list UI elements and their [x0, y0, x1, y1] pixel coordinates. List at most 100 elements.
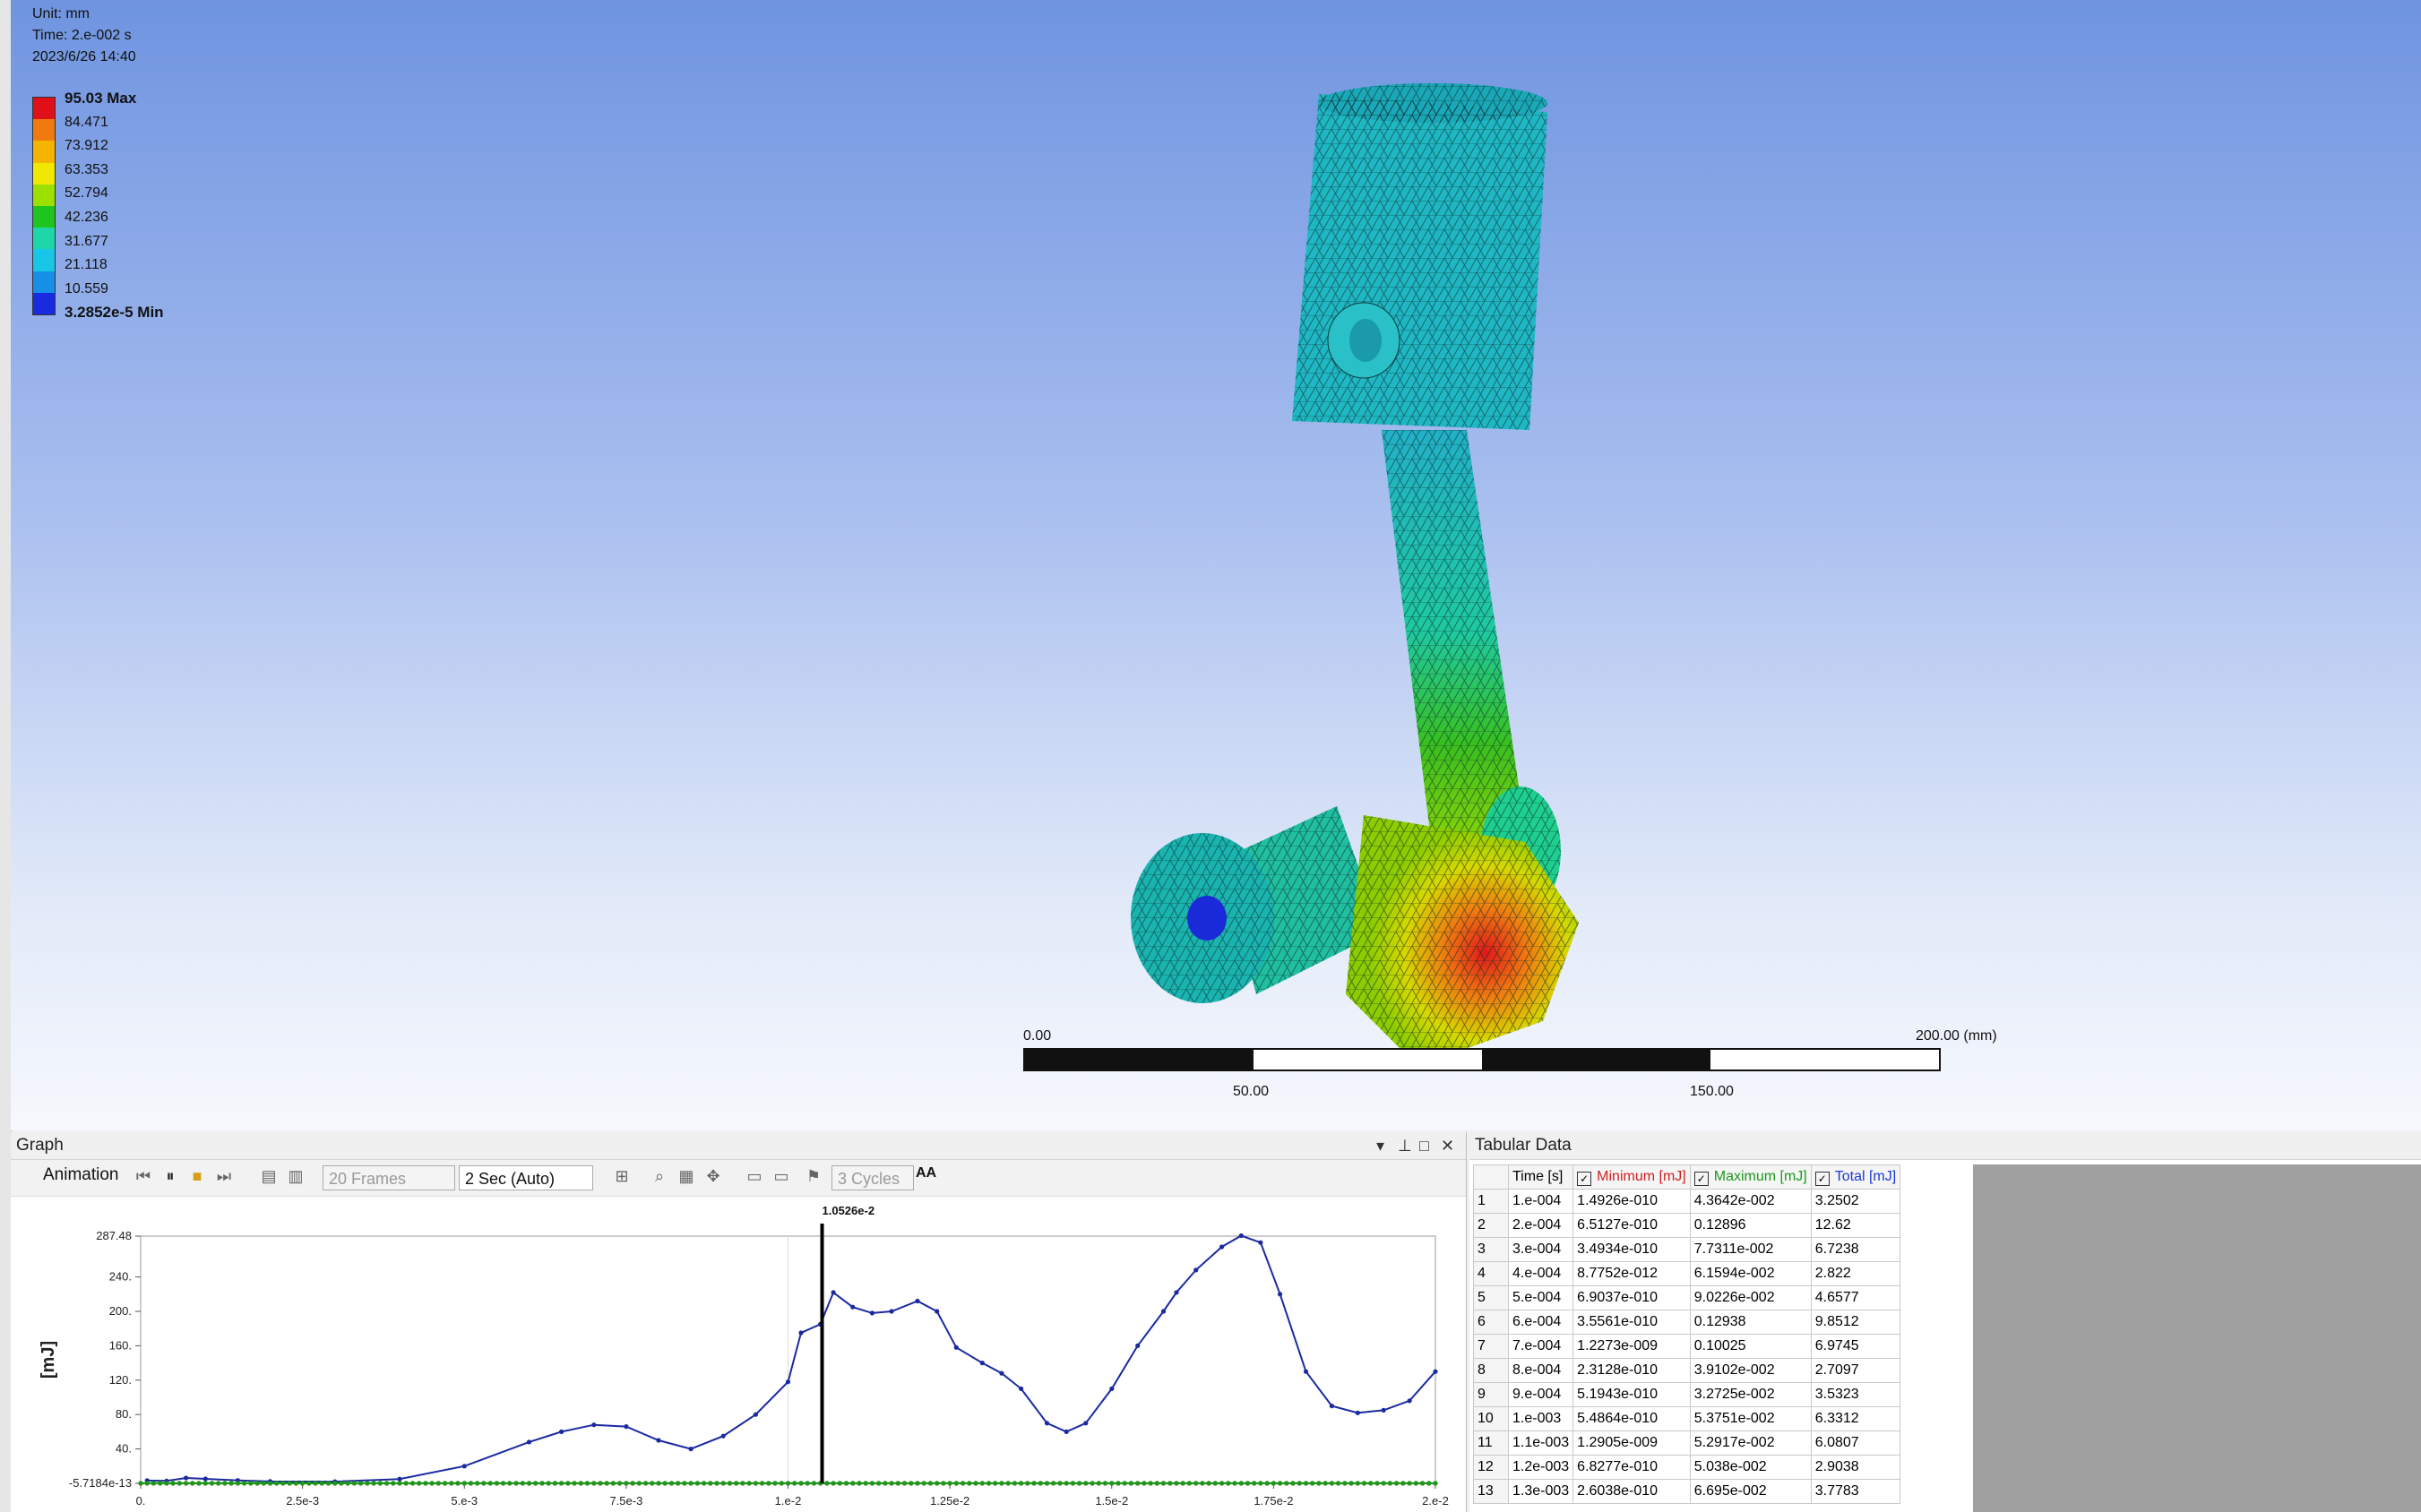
table-row[interactable]: 4 4.e-004 8.7752e-012 6.1594e-002 2.822 — [1473, 1261, 1901, 1286]
y-tick-label: 160. — [109, 1338, 132, 1352]
dropdown-icon[interactable]: ▾ — [1376, 1132, 1384, 1159]
data-point — [559, 1429, 564, 1434]
data-point — [325, 1481, 332, 1486]
table-row[interactable]: 8 8.e-004 2.3128e-010 3.9102e-002 2.7097 — [1473, 1358, 1901, 1383]
stop-icon[interactable]: ■ — [186, 1165, 208, 1187]
data-point — [202, 1481, 208, 1486]
table-row[interactable]: 13 1.3e-003 2.6038e-010 6.695e-002 3.7783 — [1473, 1479, 1901, 1504]
cycles-select[interactable]: 3 Cycles — [831, 1165, 914, 1190]
data-point — [190, 1481, 195, 1486]
minimum-column-header[interactable]: ✓ Minimum [mJ] — [1572, 1164, 1691, 1190]
table-cell: 3.2725e-002 — [1689, 1382, 1812, 1407]
data-point — [935, 1309, 940, 1314]
scale-mid1-label: 50.00 — [1233, 1084, 1270, 1099]
table-row[interactable]: 10 1.e-003 5.4864e-010 5.3751e-002 6.3312 — [1473, 1406, 1901, 1431]
table-cell: 0.12896 — [1689, 1213, 1812, 1238]
data-point — [164, 1481, 169, 1486]
data-point — [1310, 1481, 1315, 1486]
export-video-icon[interactable]: ▥ — [285, 1165, 306, 1187]
pan-icon[interactable]: ✥ — [702, 1165, 724, 1187]
data-point — [909, 1481, 914, 1486]
data-point — [953, 1481, 959, 1486]
data-point — [1167, 1481, 1173, 1486]
pause-icon[interactable]: ⏸ — [159, 1165, 181, 1187]
data-point — [552, 1481, 558, 1486]
checkbox-icon[interactable]: ✓ — [1693, 1171, 1709, 1186]
data-point — [935, 1481, 940, 1486]
legend-color-swatch — [33, 98, 55, 120]
data-point — [1051, 1481, 1056, 1486]
data-point — [1025, 1481, 1030, 1486]
table-row[interactable]: 7 7.e-004 1.2273e-009 0.10025 6.9745 — [1473, 1334, 1901, 1359]
table-cell: 3.7783 — [1810, 1479, 1901, 1504]
table-cell: 7.e-004 — [1507, 1334, 1574, 1359]
total-column-header[interactable]: ✓ Total [mJ] — [1810, 1164, 1901, 1190]
flag-icon[interactable]: ⚑ — [803, 1165, 824, 1187]
checkbox-icon[interactable]: ✓ — [1814, 1171, 1830, 1186]
chart-icon[interactable]: ▭ — [771, 1165, 792, 1187]
duration-select[interactable]: 2 Sec (Auto) — [459, 1165, 593, 1190]
legend-value: 31.677 — [65, 233, 108, 249]
table-row[interactable]: 1 1.e-004 1.4926e-010 4.3642e-002 3.2502 — [1473, 1189, 1901, 1214]
data-point — [1044, 1421, 1050, 1426]
table-row[interactable]: 5 5.e-004 6.9037e-010 9.0226e-002 4.6577 — [1473, 1285, 1901, 1310]
table-cell: 3.e-004 — [1507, 1237, 1574, 1262]
table-row[interactable]: 6 6.e-004 3.5561e-010 0.12938 9.8512 — [1473, 1310, 1901, 1335]
next-frame-icon[interactable]: ⏭ — [213, 1165, 235, 1187]
antialias-button[interactable]: AA — [916, 1165, 936, 1181]
table-row[interactable]: 11 1.1e-003 1.2905e-009 5.2917e-002 6.0807 — [1473, 1430, 1901, 1456]
data-point — [1284, 1481, 1289, 1486]
data-point — [1174, 1481, 1179, 1486]
table-cell: 3.2502 — [1810, 1189, 1901, 1214]
table-cell: 5.2917e-002 — [1689, 1430, 1812, 1456]
table-cell: 4.6577 — [1810, 1285, 1901, 1310]
time-column-header[interactable]: Time [s] — [1507, 1164, 1574, 1190]
data-point — [332, 1481, 338, 1486]
table-row[interactable]: 3 3.e-004 3.4934e-010 7.7311e-002 6.7238 — [1473, 1237, 1901, 1262]
row-number-cell: 3 — [1473, 1237, 1509, 1262]
3d-viewport[interactable]: Unit: mm Time: 2.e-002 s 2023/6/26 14:40… — [11, 0, 2421, 1130]
export-icon[interactable]: ▤ — [258, 1165, 280, 1187]
table-icon[interactable]: ▭ — [744, 1165, 765, 1187]
frames-select[interactable]: 20 Frames — [323, 1165, 455, 1190]
data-point — [863, 1481, 868, 1486]
maximum-column-header[interactable]: ✓ Maximum [mJ] — [1689, 1164, 1812, 1190]
close-icon[interactable]: ✕ — [1441, 1132, 1454, 1159]
data-point — [746, 1481, 752, 1486]
distributed-icon[interactable]: ⊞ — [611, 1165, 633, 1187]
zoom-icon[interactable]: ⌕ — [649, 1165, 670, 1187]
data-point — [805, 1481, 810, 1486]
legend-color-swatch — [33, 119, 55, 142]
table-row[interactable]: 2 2.e-004 6.5127e-010 0.12896 12.62 — [1473, 1213, 1901, 1238]
energy-line-chart[interactable]: 287.48 240. 200. 160. 120. 80. 40. -5.7184e-13 0… — [11, 1197, 1466, 1512]
data-point — [760, 1481, 765, 1486]
table-cell: 6.695e-002 — [1689, 1479, 1812, 1504]
data-point — [1336, 1481, 1341, 1486]
table-empty-area — [1973, 1164, 2421, 1512]
table-row[interactable]: 9 9.e-004 5.1943e-010 3.2725e-002 3.5323 — [1473, 1382, 1901, 1407]
pin-icon[interactable]: ⊥ — [1398, 1132, 1412, 1159]
y-tick-label: 40. — [116, 1442, 132, 1456]
x-tick-label: 5.e-3 — [451, 1494, 478, 1508]
table-row[interactable]: 12 1.2e-003 6.8277e-010 5.038e-002 2.9038 — [1473, 1455, 1901, 1480]
tabular-data-table[interactable]: Time [s] ✓ Minimum [mJ] ✓ Maximum [mJ] ✓ To… — [1473, 1164, 1901, 1504]
data-point — [1128, 1481, 1133, 1486]
previous-frame-icon[interactable]: ⏮ — [133, 1165, 154, 1187]
data-point — [831, 1481, 836, 1486]
grid-icon[interactable]: ▦ — [676, 1165, 697, 1187]
checkbox-icon[interactable]: ✓ — [1577, 1171, 1592, 1186]
data-point — [377, 1481, 383, 1486]
x-tick-label: 1.75e-2 — [1254, 1494, 1293, 1508]
data-point — [461, 1481, 467, 1486]
data-point — [753, 1412, 759, 1417]
row-number-cell: 12 — [1473, 1455, 1509, 1480]
data-point — [351, 1481, 357, 1486]
table-cell: 5.3751e-002 — [1689, 1406, 1812, 1431]
table-cell: 1.1e-003 — [1507, 1430, 1574, 1456]
piston-rod-mesh-model[interactable] — [1041, 72, 1668, 1084]
data-point — [688, 1481, 694, 1486]
maximize-icon[interactable]: □ — [1419, 1132, 1429, 1159]
data-point — [1258, 1481, 1263, 1486]
legend-min: 3.2852e-5 Min — [65, 304, 164, 322]
data-point — [1116, 1481, 1121, 1486]
